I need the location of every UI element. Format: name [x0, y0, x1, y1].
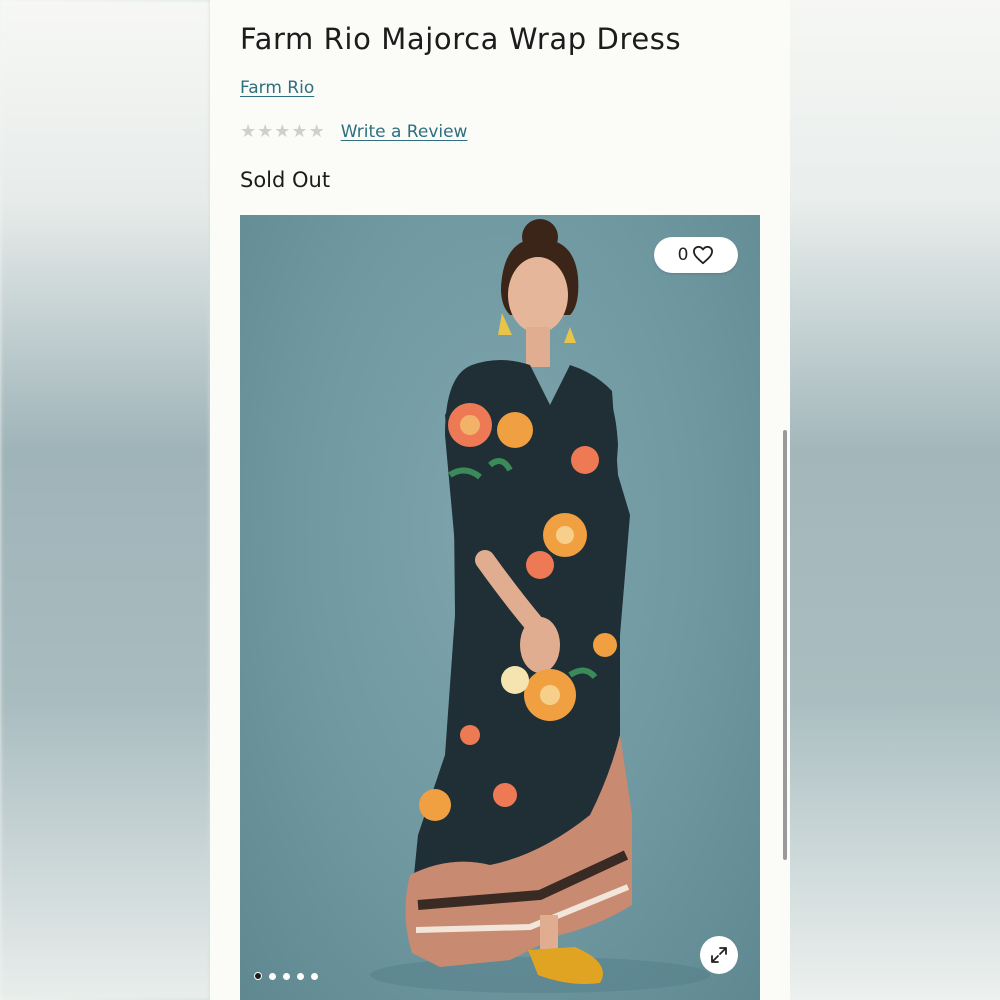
star-icon: ★: [274, 121, 291, 142]
rating-row: ★ ★ ★ ★ ★ Write a Review: [240, 120, 467, 144]
scrollbar[interactable]: [783, 430, 787, 860]
star-icon: ★: [308, 121, 325, 142]
product-page: Farm Rio Majorca Wrap Dress Farm Rio ★ ★…: [210, 0, 790, 1000]
blurred-right-panel: [790, 0, 1000, 1000]
blurred-left-panel: [0, 0, 210, 1000]
expand-arrows-icon: [711, 947, 727, 963]
star-icon: ★: [291, 121, 308, 142]
brand-link[interactable]: Farm Rio: [240, 78, 314, 98]
star-icon: ★: [240, 121, 257, 142]
write-review-link[interactable]: Write a Review: [341, 122, 468, 142]
rating-stars[interactable]: ★ ★ ★ ★ ★: [240, 123, 325, 141]
pagination-dot[interactable]: [311, 972, 318, 980]
product-image[interactable]: 0: [240, 215, 760, 1000]
heart-outline-icon: [693, 245, 714, 265]
gallery-pagination: [254, 972, 318, 980]
pagination-dot[interactable]: [283, 972, 290, 980]
star-icon: ★: [257, 121, 274, 142]
product-title: Farm Rio Majorca Wrap Dress: [240, 22, 682, 56]
stock-status: Sold Out: [240, 168, 331, 192]
favorite-count: 0: [677, 245, 689, 265]
favorite-button[interactable]: 0: [654, 237, 738, 273]
pagination-dot-active[interactable]: [254, 972, 262, 980]
pagination-dot[interactable]: [269, 972, 276, 980]
dress-photo-illustration: [370, 219, 710, 993]
expand-image-button[interactable]: [700, 936, 738, 974]
pagination-dot[interactable]: [297, 972, 304, 980]
